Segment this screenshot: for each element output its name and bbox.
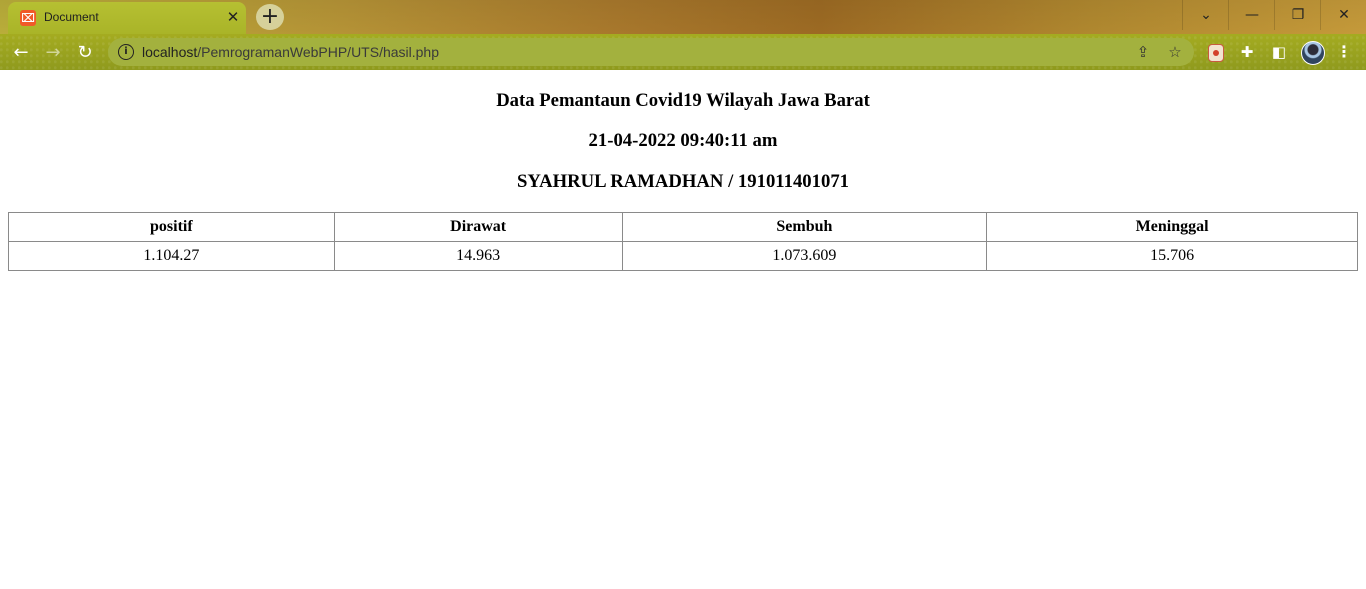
close-icon[interactable]: ✕ (1320, 0, 1366, 30)
header-meninggal: Meninggal (986, 212, 1358, 242)
tab-close-icon[interactable]: ✕ (224, 8, 242, 26)
tab-search-icon[interactable]: ⌄ (1182, 0, 1229, 30)
cell-meninggal: 15.706 (986, 241, 1358, 271)
page-content: Data Pemantaun Covid19 Wilayah Jawa Bara… (0, 70, 1366, 589)
profile-avatar[interactable] (1301, 41, 1325, 65)
url-path: /PemrogramanWebPHP/UTS/hasil.php (197, 44, 439, 60)
forward-icon[interactable]: → (40, 40, 66, 66)
tab-strip: ⌧ Document ✕ + ⌄ — ❐ ✕ (0, 0, 1366, 34)
header-dirawat: Dirawat (333, 212, 623, 242)
tab-title: Document (44, 10, 99, 24)
url-host: localhost (142, 44, 198, 60)
header-sembuh: Sembuh (621, 212, 988, 242)
share-icon[interactable]: ⇪ (1132, 42, 1154, 62)
side-panel-icon[interactable]: ◧ (1268, 41, 1290, 63)
address-bar[interactable]: i localhost/PemrogramanWebPHP/UTS/hasil.… (108, 38, 1194, 66)
covid-data-table: positif Dirawat Sembuh Meninggal 1.104.2… (8, 212, 1358, 271)
puzzle-icon[interactable]: ✚ (1236, 41, 1258, 63)
header-positif: positif (8, 212, 335, 242)
reload-icon[interactable]: ↻ (72, 40, 98, 66)
bookmark-star-icon[interactable]: ☆ (1164, 42, 1186, 62)
extension-icon[interactable] (1208, 44, 1224, 62)
more-menu-icon[interactable]: ⋮ (1334, 41, 1354, 63)
cell-sembuh: 1.073.609 (621, 241, 988, 271)
report-datetime: 21-04-2022 09:40:11 am (588, 130, 778, 151)
table-header-row: positif Dirawat Sembuh Meninggal (8, 212, 1358, 242)
browser-chrome: ⌧ Document ✕ + ⌄ — ❐ ✕ ← → ↻ i localhost… (0, 0, 1366, 70)
back-icon[interactable]: ← (8, 40, 34, 66)
page-title: Data Pemantaun Covid19 Wilayah Jawa Bara… (496, 90, 870, 111)
cell-dirawat: 14.963 (333, 241, 623, 271)
favicon-icon: ⌧ (20, 10, 36, 26)
cell-positif: 1.104.27 (8, 241, 335, 271)
author-line: SYAHRUL RAMADHAN / 191011401071 (516, 171, 850, 192)
restore-icon[interactable]: ❐ (1274, 0, 1321, 30)
minimize-icon[interactable]: — (1228, 0, 1275, 30)
url-text[interactable]: localhost/PemrogramanWebPHP/UTS/hasil.ph… (142, 44, 439, 60)
site-info-icon[interactable]: i (118, 44, 134, 60)
tab-document[interactable]: ⌧ Document ✕ (8, 2, 246, 34)
new-tab-button[interactable]: + (256, 4, 284, 30)
table-row: 1.104.27 14.963 1.073.609 15.706 (8, 241, 1358, 271)
